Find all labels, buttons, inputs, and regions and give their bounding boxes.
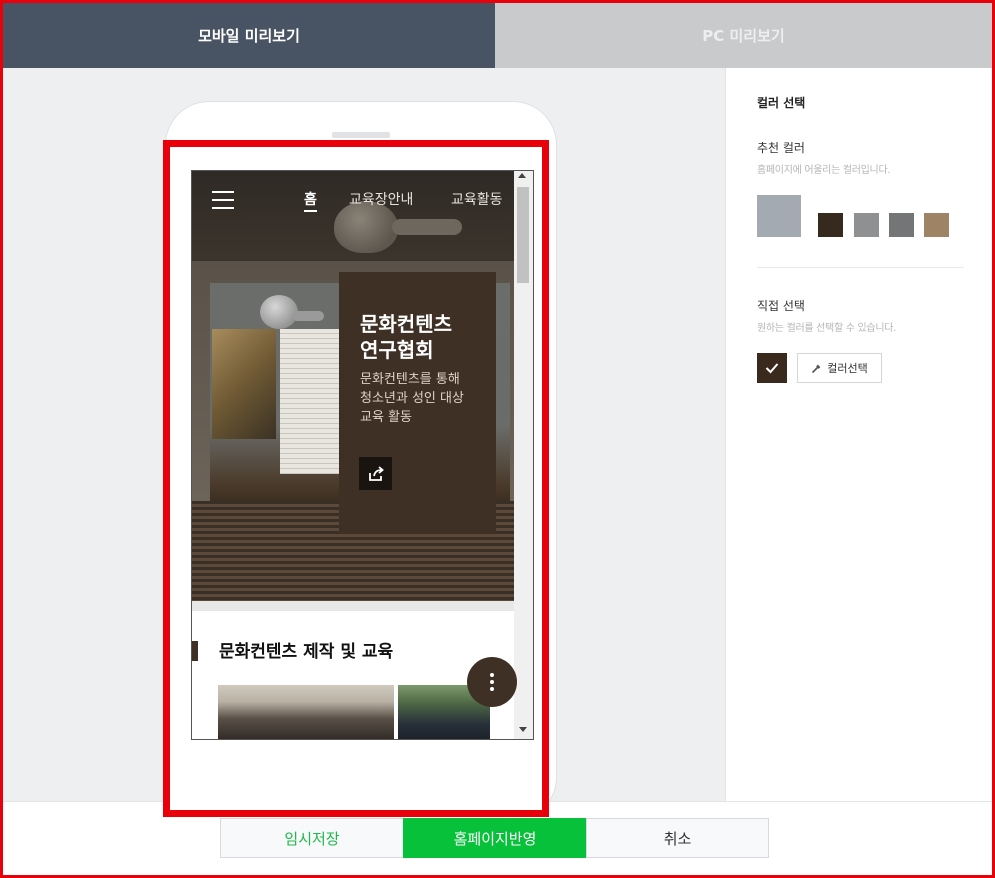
- hero-title-line2: 연구협회: [360, 338, 434, 362]
- tab-pc-label: PC 미리보기: [702, 27, 785, 45]
- nav-item-guide[interactable]: 교육장안내: [349, 189, 413, 209]
- scroll-down-arrow-icon[interactable]: [519, 727, 527, 732]
- tab-mobile-label: 모바일 미리보기: [198, 27, 300, 45]
- apply-label: 홈페이지반영: [453, 829, 537, 848]
- small-teapot-handle: [292, 311, 324, 321]
- eyedropper-icon: [812, 364, 821, 373]
- more-options-button[interactable]: [467, 657, 517, 707]
- apply-homepage-button[interactable]: 홈페이지반영: [403, 818, 587, 858]
- cancel-label: 취소: [663, 829, 692, 848]
- phone-screen[interactable]: 문화컨텐츠 연구협회 문화컨텐츠를 통해 청소년과 성인 대상 교육 활동 홈 …: [191, 170, 534, 740]
- hero-title-line1: 문화컨텐츠: [360, 312, 452, 336]
- color-swatch[interactable]: [924, 213, 949, 237]
- temp-save-label: 임시저장: [284, 829, 340, 848]
- color-swatch[interactable]: [818, 213, 843, 237]
- recommended-color-desc: 홈페이지에 어울리는 컬러입니다.: [757, 165, 891, 176]
- check-icon: [765, 363, 779, 374]
- section-accent-bar: [192, 641, 198, 661]
- phone-speaker: [332, 132, 390, 138]
- section-title: 문화컨텐츠 제작 및 교육: [219, 642, 394, 662]
- temp-save-button[interactable]: 임시저장: [220, 818, 404, 858]
- book-left-page: [212, 329, 276, 439]
- dot-icon: [490, 680, 494, 684]
- hero-desc-line3: 교육 활동: [360, 410, 412, 425]
- dot-icon: [490, 687, 494, 691]
- tab-pc-preview[interactable]: PC 미리보기: [495, 3, 992, 68]
- direct-color-label: 직접 선택: [757, 299, 805, 313]
- site-nav: 홈 교육장안내 교육활동: [192, 171, 514, 229]
- color-panel-title: 컬러 선택: [757, 96, 806, 110]
- nav-item-home[interactable]: 홈: [304, 189, 317, 212]
- share-icon: [368, 465, 384, 481]
- scrollbar[interactable]: [514, 171, 533, 739]
- hero-image: 문화컨텐츠 연구협회 문화컨텐츠를 통해 청소년과 성인 대상 교육 활동 홈 …: [192, 171, 514, 601]
- share-button[interactable]: [359, 457, 392, 490]
- direct-color-desc: 원하는 컬러를 선택할 수 있습니다.: [757, 323, 896, 334]
- panel-divider: [757, 267, 964, 268]
- color-picker-label: 컬러선택: [827, 362, 868, 375]
- selected-color-swatch[interactable]: [757, 353, 787, 383]
- hero-description: 문화컨텐츠를 통해 청소년과 성인 대상 교육 활동: [360, 370, 490, 427]
- color-swatch[interactable]: [854, 213, 879, 237]
- hero-title: 문화컨텐츠 연구협회: [360, 311, 490, 363]
- tab-mobile-preview[interactable]: 모바일 미리보기: [3, 3, 495, 68]
- hamburger-menu-icon[interactable]: [212, 191, 234, 209]
- color-swatch-selected[interactable]: [757, 195, 801, 237]
- dot-icon: [490, 673, 494, 677]
- hero-desc-line2: 청소년과 성인 대상: [360, 391, 464, 406]
- cancel-button[interactable]: 취소: [586, 818, 769, 858]
- gallery-photo-1[interactable]: [218, 685, 394, 739]
- scroll-thumb[interactable]: [517, 187, 529, 283]
- hero-desc-line1: 문화컨텐츠를 통해: [360, 372, 460, 387]
- recommended-color-label: 추천 컬러: [757, 141, 805, 155]
- color-picker-button[interactable]: 컬러선택: [797, 353, 882, 383]
- book-right-page: [280, 329, 344, 474]
- nav-item-activity[interactable]: 교육활동: [451, 189, 503, 209]
- section-divider: [192, 601, 514, 611]
- scroll-up-arrow-icon[interactable]: [518, 173, 526, 178]
- color-panel: 컬러 선택 추천 컬러 홈페이지에 어울리는 컬러입니다. 직접 선택 원하는 …: [725, 68, 992, 801]
- color-swatch[interactable]: [889, 213, 914, 237]
